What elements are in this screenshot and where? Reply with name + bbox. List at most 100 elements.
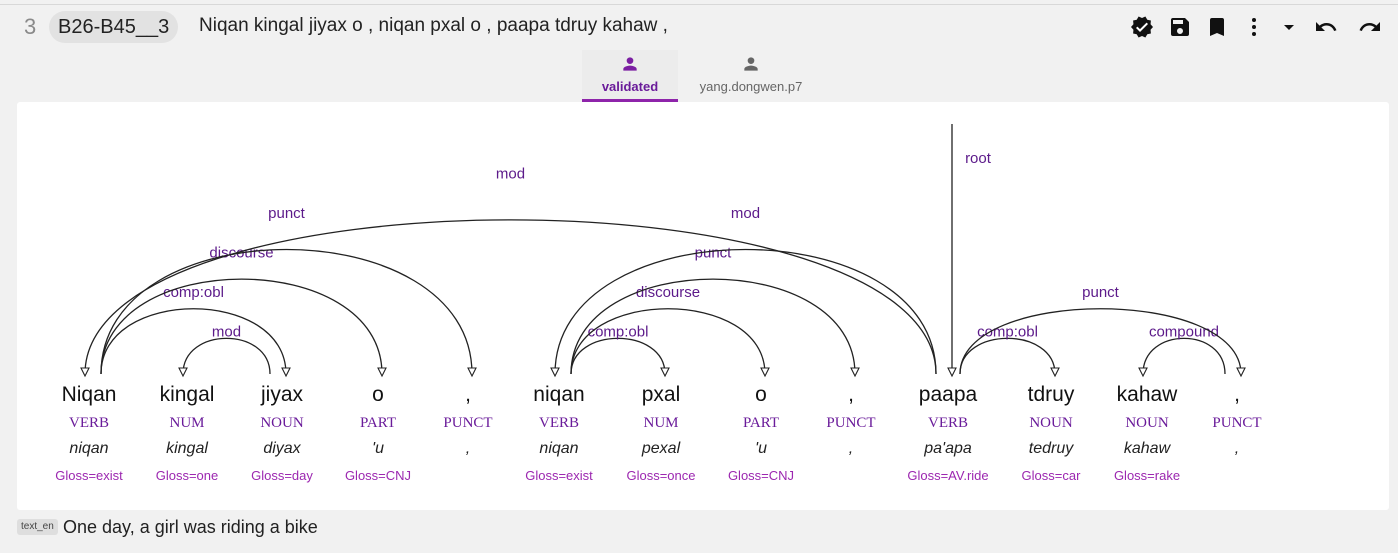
- person-icon: [744, 57, 758, 71]
- dependency-label[interactable]: punct: [1082, 284, 1120, 301]
- token-form[interactable]: kingal: [160, 383, 215, 406]
- token-form[interactable]: ,: [465, 383, 471, 406]
- tab-label: validated: [601, 79, 659, 94]
- more-vert-icon[interactable]: [1239, 12, 1269, 42]
- token-gloss: Gloss=once: [626, 468, 695, 483]
- token-gloss: Gloss=CNJ: [728, 468, 794, 483]
- token-gloss: Gloss=rake: [1114, 468, 1180, 483]
- sentence-text: Niqan kingal jiyax o , niqan pxal o , pa…: [199, 15, 668, 36]
- token-upos: PUNCT: [826, 415, 875, 431]
- tab-label: yang.dongwen.p7: [699, 79, 803, 94]
- bookmark-icon[interactable]: [1202, 12, 1232, 42]
- token-lemma: 'u: [755, 440, 767, 457]
- token-gloss: Gloss=day: [251, 468, 313, 483]
- arc-arrowhead: [550, 367, 560, 378]
- dependency-arc: [959, 308, 1242, 375]
- token-lemma: diyax: [263, 440, 301, 457]
- token-form[interactable]: o: [755, 383, 767, 406]
- dependency-label[interactable]: mod: [731, 205, 760, 222]
- dependency-tree-panel: Niqan VERB niqan Gloss=exist kingal NUM kingal…: [17, 102, 1389, 510]
- undo-icon[interactable]: [1311, 12, 1341, 42]
- metadata-tag: text_en: [17, 519, 58, 535]
- token-form[interactable]: ,: [848, 383, 854, 406]
- dependency-arc: [570, 337, 666, 375]
- token-upos: PART: [360, 415, 396, 431]
- token-lemma: 'u: [372, 440, 384, 457]
- token-lemma: kahaw: [1124, 440, 1172, 457]
- arc-arrowhead: [467, 367, 477, 378]
- dependency-label[interactable]: mod: [212, 324, 241, 341]
- token-form[interactable]: o: [372, 383, 384, 406]
- token-gloss: Gloss=CNJ: [345, 468, 411, 483]
- arc-arrowhead: [1050, 367, 1060, 378]
- annotator-tabs: validated yang.dongwen.p7: [582, 50, 824, 102]
- token-upos: VERB: [539, 415, 579, 431]
- translation-text: One day, a girl was riding a bike: [63, 517, 318, 537]
- tab-validated[interactable]: validated: [582, 50, 678, 102]
- token-form[interactable]: kahaw: [1117, 383, 1179, 406]
- dependency-arc: [100, 249, 473, 375]
- dropdown-arrow-icon[interactable]: [1274, 12, 1304, 42]
- token-form[interactable]: niqan: [533, 383, 584, 406]
- dependency-label[interactable]: compound: [1149, 324, 1219, 341]
- arc-arrowhead: [1236, 367, 1246, 378]
- token-gloss: Gloss=exist: [525, 468, 593, 483]
- token-upos: PUNCT: [443, 415, 492, 431]
- dependency-arc: [182, 337, 271, 375]
- token-upos: VERB: [928, 415, 968, 431]
- tab-yang-dongwen[interactable]: yang.dongwen.p7: [678, 50, 824, 102]
- top-divider: [0, 4, 1398, 5]
- dependency-tree: Niqan VERB niqan Gloss=exist kingal NUM kingal…: [55, 124, 1262, 483]
- token-lemma: ,: [849, 440, 853, 457]
- token-lemma: kingal: [166, 440, 208, 457]
- arc-arrowhead: [760, 367, 770, 378]
- validated-check-icon[interactable]: [1127, 12, 1157, 42]
- save-icon[interactable]: [1165, 12, 1195, 42]
- arc-arrowhead: [281, 367, 291, 378]
- dependency-arc: [100, 308, 287, 375]
- token-form[interactable]: paapa: [919, 383, 978, 406]
- token-gloss: Gloss=car: [1022, 468, 1082, 483]
- token-lemma: niqan: [69, 440, 108, 457]
- dependency-label[interactable]: punct: [268, 205, 306, 222]
- token-gloss: Gloss=one: [156, 468, 219, 483]
- dependency-arc: [570, 308, 766, 375]
- token-lemma: pexal: [641, 440, 681, 457]
- dependency-arc: [1142, 337, 1226, 375]
- root-label[interactable]: root: [965, 150, 992, 167]
- token-upos: NUM: [169, 415, 204, 431]
- dependency-label[interactable]: comp:obl: [977, 324, 1038, 341]
- redo-icon[interactable]: [1355, 12, 1385, 42]
- arc-arrowhead: [80, 367, 90, 378]
- token-gloss: Gloss=AV.ride: [907, 468, 988, 483]
- dependency-arc: [100, 278, 383, 375]
- token-form[interactable]: tdruy: [1028, 383, 1075, 406]
- person-icon: [623, 57, 637, 71]
- sentence-id-chip[interactable]: B26-B45__3: [49, 11, 179, 43]
- arc-arrowhead: [178, 367, 188, 378]
- sentence-number: 3: [24, 14, 37, 39]
- token-gloss: Gloss=exist: [55, 468, 123, 483]
- token-upos: PART: [743, 415, 779, 431]
- token-lemma: tedruy: [1029, 440, 1074, 457]
- token-form[interactable]: jiyax: [260, 383, 304, 406]
- token-form[interactable]: Niqan: [62, 383, 117, 406]
- arc-arrowhead: [660, 367, 670, 378]
- dependency-label[interactable]: mod: [496, 166, 525, 183]
- token-lemma: pa'apa: [923, 440, 972, 457]
- token-upos: PUNCT: [1212, 415, 1261, 431]
- token-lemma: ,: [466, 440, 470, 457]
- dependency-label[interactable]: comp:obl: [588, 324, 649, 341]
- dependency-label[interactable]: comp:obl: [163, 284, 224, 301]
- token-lemma: niqan: [539, 440, 578, 457]
- token-upos: VERB: [69, 415, 109, 431]
- arc-arrowhead: [377, 367, 387, 378]
- dependency-label[interactable]: discourse: [636, 284, 700, 301]
- token-upos: NOUN: [260, 415, 303, 431]
- token-upos: NOUN: [1029, 415, 1072, 431]
- arc-arrowhead: [850, 367, 860, 378]
- token-form[interactable]: pxal: [642, 383, 681, 406]
- token-lemma: ,: [1235, 440, 1239, 457]
- token-form[interactable]: ,: [1234, 383, 1240, 406]
- arc-arrowhead: [1138, 367, 1148, 378]
